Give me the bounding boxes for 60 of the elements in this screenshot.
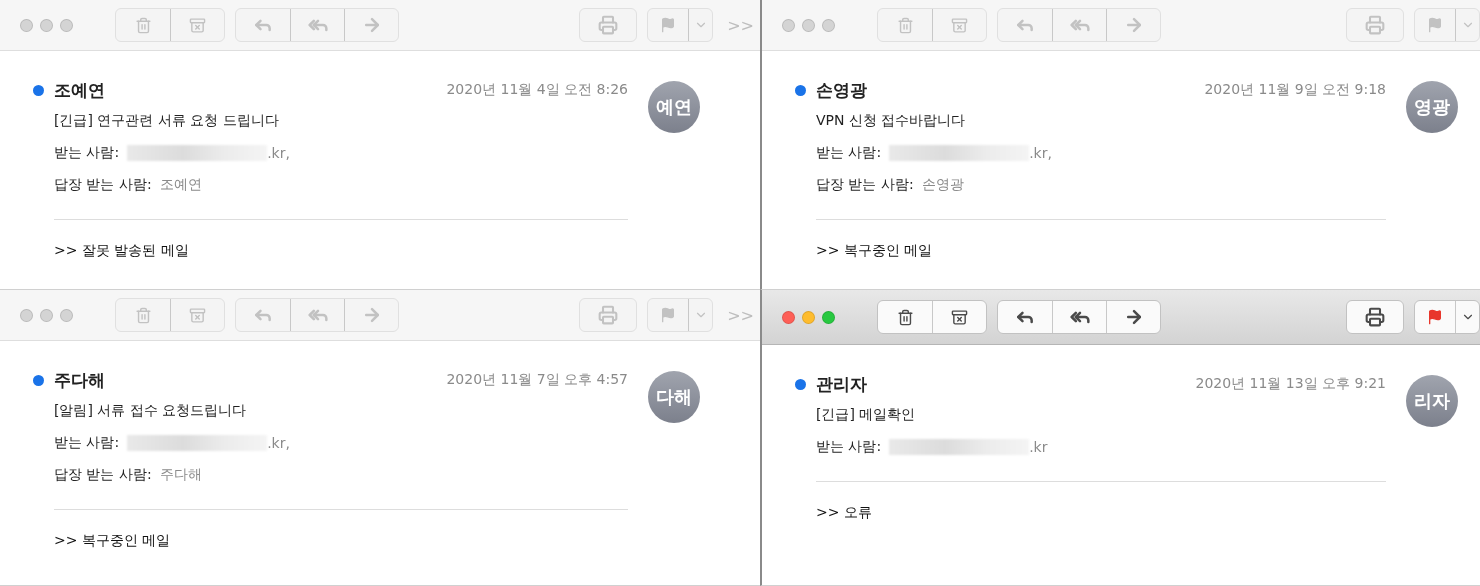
trash-icon <box>896 308 914 326</box>
reply-to-label: 답장 받는 사람: <box>54 176 152 194</box>
trash-icon <box>134 306 152 324</box>
mail-date: 2020년 11월 13일 오후 9:21 <box>1195 375 1386 393</box>
address-suffix: .kr, <box>267 435 290 451</box>
to-label: 받는 사람: <box>816 438 882 456</box>
printer-icon <box>1365 15 1385 35</box>
address-suffix: .kr, <box>267 145 290 161</box>
archive-x-icon <box>951 308 968 326</box>
zoom-button[interactable] <box>822 310 835 324</box>
minimize-button[interactable] <box>802 18 815 32</box>
archive-x-icon <box>189 306 206 324</box>
trash-icon <box>896 16 914 34</box>
address-suffix: .kr <box>1029 439 1048 455</box>
archive-x-icon <box>189 16 206 34</box>
mail-body: >> 복구중인 메일 <box>53 532 172 550</box>
sender-name: 조예연 <box>54 78 105 102</box>
mail-date: 2020년 11월 4일 오전 8:26 <box>446 81 628 99</box>
printer-icon <box>598 15 619 35</box>
mail-subject: VPN 신청 접수바랍니다 <box>816 112 966 130</box>
toolbar-overflow[interactable]: >> <box>727 305 754 325</box>
address-suffix: .kr, <box>1029 145 1052 161</box>
sender-name: 관리자 <box>816 372 867 396</box>
reply-to-name: 손영광 <box>921 176 964 194</box>
toolbar-overflow[interactable]: >> <box>727 15 754 35</box>
reply-to-label: 답장 받는 사람: <box>54 466 152 484</box>
archive-x-icon <box>951 16 968 34</box>
avatar: 영광 <box>1406 81 1458 133</box>
mail-body: >> 오류 <box>815 504 873 522</box>
to-label: 받는 사람: <box>54 144 120 162</box>
close-button[interactable] <box>20 18 33 32</box>
zoom-button[interactable] <box>60 308 73 322</box>
close-button[interactable] <box>782 18 795 32</box>
mail-subject: [알림] 서류 접수 요청드립니다 <box>54 402 247 420</box>
avatar: 다해 <box>648 371 700 423</box>
printer-icon <box>1365 307 1385 327</box>
to-label: 받는 사람: <box>816 144 882 162</box>
close-button[interactable] <box>782 310 795 324</box>
minimize-button[interactable] <box>40 308 53 322</box>
to-label: 받는 사람: <box>54 434 120 452</box>
avatar: 리자 <box>1406 375 1458 427</box>
reply-to-label: 답장 받는 사람: <box>816 176 914 194</box>
minimize-button[interactable] <box>40 18 53 32</box>
reply-to-name: 조예연 <box>159 176 202 194</box>
mail-date: 2020년 11월 9일 오전 9:18 <box>1204 81 1386 99</box>
avatar: 예연 <box>648 81 700 133</box>
mail-date: 2020년 11월 7일 오후 4:57 <box>446 371 628 389</box>
trash-icon <box>134 16 152 34</box>
close-button[interactable] <box>20 308 33 322</box>
printer-icon <box>598 305 619 325</box>
sender-name: 손영광 <box>816 78 867 102</box>
zoom-button[interactable] <box>60 18 73 32</box>
zoom-button[interactable] <box>822 18 835 32</box>
mail-body: >> 복구중인 메일 <box>815 242 934 260</box>
minimize-button[interactable] <box>802 310 815 324</box>
sender-name: 주다해 <box>54 368 105 392</box>
mail-body: >> 잘못 발송된 메일 <box>53 242 190 260</box>
reply-to-name: 주다해 <box>159 466 202 484</box>
mail-subject: [긴급] 연구관련 서류 요청 드립니다 <box>54 112 279 130</box>
mail-subject: [긴급] 메일확인 <box>816 406 916 424</box>
